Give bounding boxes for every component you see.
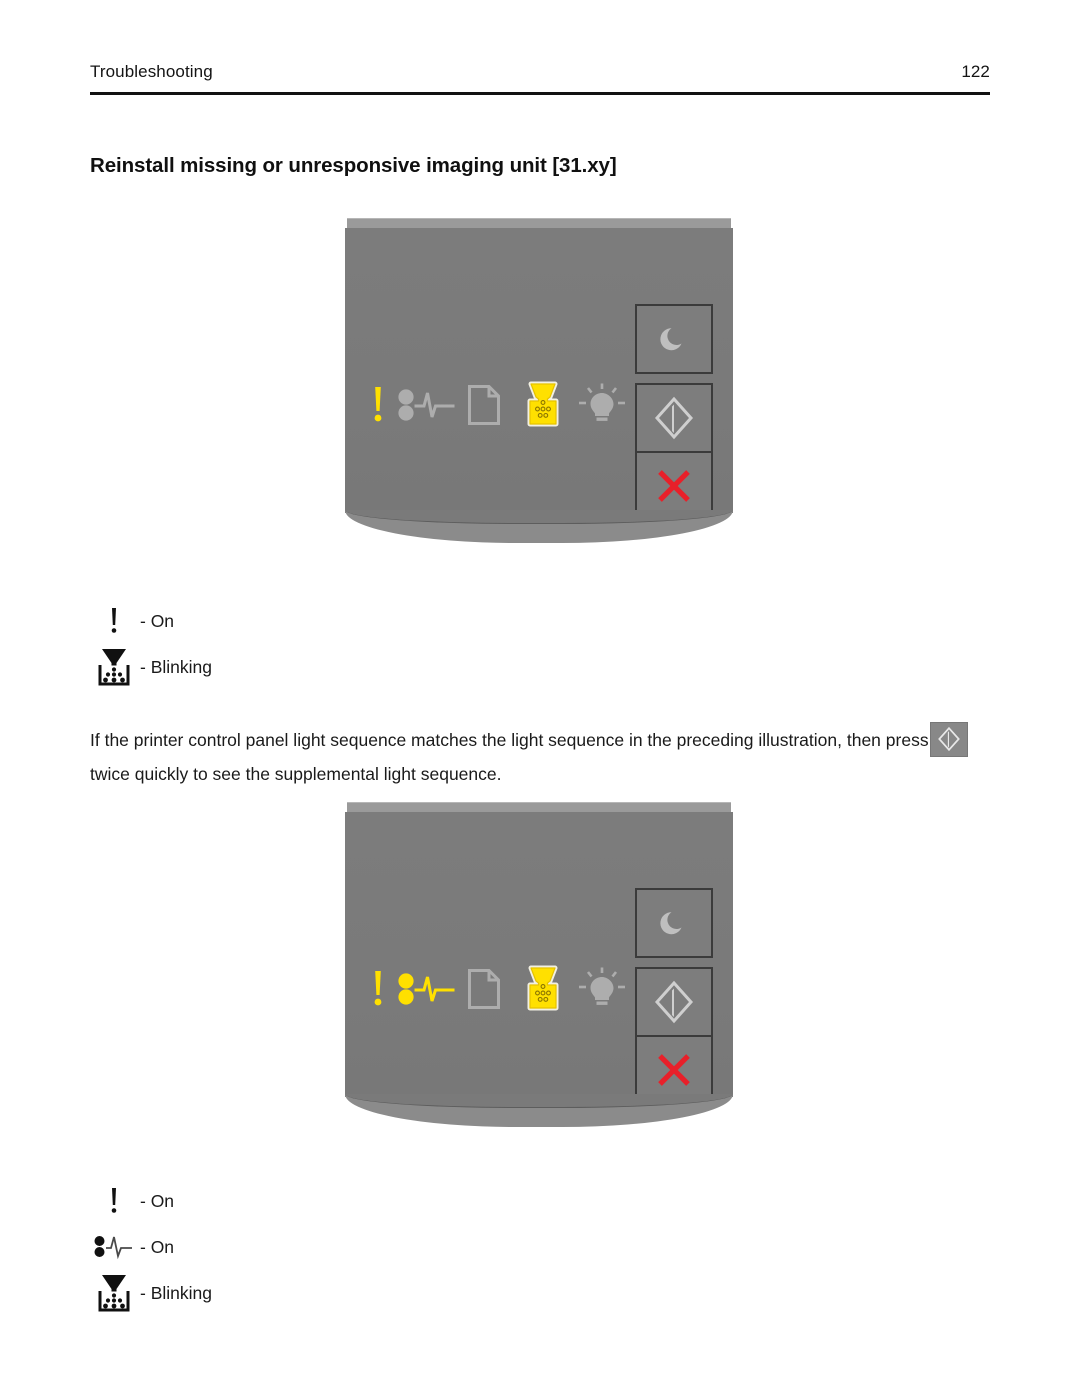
error-exclamation-icon — [359, 960, 396, 1018]
toner-low-bulb-icon — [572, 960, 631, 1018]
status-indicator-row — [359, 960, 631, 1018]
status-indicator-row — [359, 376, 631, 434]
toner-low-bulb-icon — [572, 376, 631, 434]
paper-jam-icon — [92, 1234, 136, 1260]
sleep-moon-icon — [660, 912, 682, 935]
header-divider — [90, 92, 990, 95]
page-title: Reinstall missing or unresponsive imagin… — [90, 153, 617, 177]
legend-state-label: - On — [140, 610, 175, 631]
error-exclamation-icon — [92, 607, 136, 635]
toner-imaging-unit-icon — [92, 647, 136, 687]
page-number: 122 — [961, 62, 990, 81]
panel-face — [345, 812, 733, 1105]
start-diamond-icon — [654, 396, 694, 440]
error-exclamation-icon — [359, 376, 396, 434]
instruction-paragraph: If the printer control panel light seque… — [90, 721, 990, 789]
running-header: Troubleshooting 122 — [90, 62, 990, 82]
toner-imaging-unit-icon — [514, 960, 573, 1018]
legend-row: - On — [92, 598, 212, 644]
legend-row: - Blinking — [92, 1270, 212, 1316]
header-section-label: Troubleshooting — [90, 62, 213, 81]
legend-primary: - On - Blinking — [92, 598, 212, 690]
sleep-button[interactable] — [635, 888, 713, 958]
cancel-x-icon — [658, 1054, 690, 1086]
panel-bottom-bezel — [345, 1094, 733, 1127]
control-panel-illustration-primary — [345, 218, 733, 543]
start-button[interactable] — [635, 967, 713, 1036]
load-paper-icon — [455, 960, 514, 1018]
legend-supplemental: - On - On - Blinking — [92, 1178, 212, 1316]
legend-row: - Blinking — [92, 644, 212, 690]
legend-state-label: - Blinking — [140, 1282, 212, 1303]
legend-state-label: - On — [140, 1236, 175, 1257]
paper-jam-icon — [396, 960, 455, 1018]
legend-state-label: - Blinking — [140, 656, 212, 677]
load-paper-icon — [455, 376, 514, 434]
paper-jam-icon — [396, 376, 455, 434]
start-diamond-icon — [654, 980, 694, 1024]
toner-imaging-unit-icon — [92, 1273, 136, 1313]
panel-bottom-bezel — [345, 510, 733, 543]
panel-button-column — [635, 304, 713, 521]
cancel-x-icon — [658, 470, 690, 502]
panel-face — [345, 228, 733, 521]
inline-start-button[interactable] — [929, 721, 968, 757]
instruction-text-after: twice quickly to see the supplemental li… — [90, 763, 502, 784]
start-button[interactable] — [635, 383, 713, 452]
document-page: Troubleshooting 122 Reinstall missing or… — [0, 0, 1080, 1397]
panel-button-column — [635, 888, 713, 1105]
sleep-moon-icon — [660, 328, 682, 351]
toner-imaging-unit-icon — [514, 376, 573, 434]
legend-row: - On — [92, 1178, 212, 1224]
sleep-button[interactable] — [635, 304, 713, 374]
start-diamond-icon — [937, 726, 960, 752]
legend-row: - On — [92, 1224, 212, 1270]
legend-state-label: - On — [140, 1190, 175, 1211]
error-exclamation-icon — [92, 1187, 136, 1215]
control-panel-illustration-supplemental — [345, 802, 733, 1127]
instruction-text-before: If the printer control panel light seque… — [90, 729, 929, 750]
